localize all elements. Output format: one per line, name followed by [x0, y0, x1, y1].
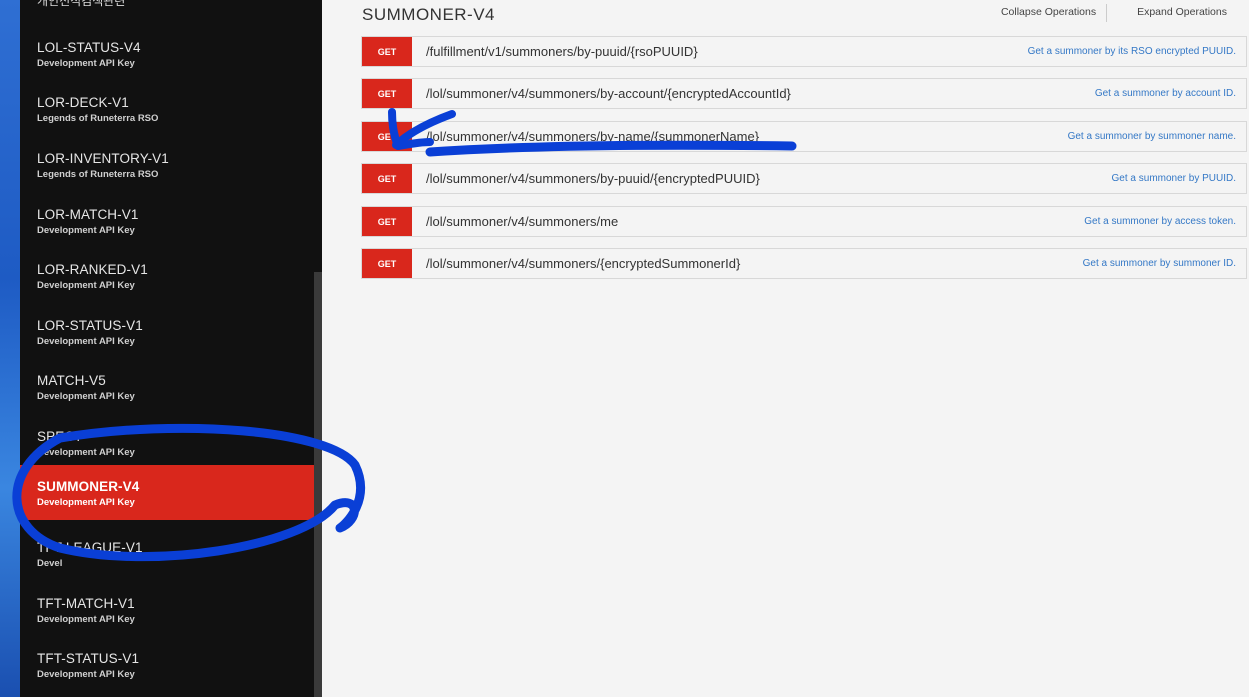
operation-row[interactable]: GET /fulfillment/v1/summoners/by-puuid/{…	[361, 36, 1247, 67]
sidebar-item-sublabel: Development API Key	[37, 497, 135, 508]
sidebar-item-label: MATCH-V5	[37, 373, 106, 388]
sidebar-item-sublabel: Development API Key	[37, 58, 135, 69]
sidebar-item-sublabel: Legends of Runeterra RSO	[37, 113, 159, 124]
sidebar-item-sublabel: Development API Key	[37, 336, 135, 347]
sidebar-item-lol-status-v4[interactable]: LOL-STATUS-V4 Development API Key	[20, 28, 314, 83]
operations-controls: Collapse Operations Expand Operations	[991, 4, 1237, 22]
operation-description[interactable]: Get a summoner by summoner name.	[1068, 131, 1236, 142]
sidebar-item-sublabel: Development API Key	[37, 669, 135, 680]
sidebar-item-label: TFT-STATUS-V1	[37, 651, 140, 666]
ops-divider	[1106, 4, 1127, 22]
sidebar-item-sublabel: Development API Key	[37, 447, 135, 458]
operation-description[interactable]: Get a summoner by summoner ID.	[1083, 258, 1236, 269]
http-method-badge: GET	[362, 164, 412, 193]
sidebar-item-label: TFT-MATCH-V1	[37, 596, 135, 611]
expand-operations-link[interactable]: Expand Operations	[1127, 6, 1237, 22]
collapse-operations-link[interactable]: Collapse Operations	[991, 6, 1106, 22]
sidebar-item-sublabel: Legends of Runeterra RSO	[37, 169, 159, 180]
sidebar-item-summoner-v4[interactable]: SUMMONER-V4 Development API Key	[20, 465, 314, 520]
sidebar-item-label: TFT-LEAGUE-V1	[37, 540, 143, 555]
operation-path[interactable]: /lol/summoner/v4/summoners/by-name/{summ…	[426, 129, 759, 144]
sidebar-item-sublabel: Development API Key	[37, 280, 135, 291]
operation-row[interactable]: GET /lol/summoner/v4/summoners/by-name/{…	[361, 121, 1247, 152]
sidebar-item-sublabel: Development API Key	[37, 614, 135, 625]
sidebar-item-label: SPECT	[37, 429, 83, 444]
sidebar-item-tft-league-v1[interactable]: TFT-LEAGUE-V1 Devel	[20, 528, 314, 583]
sidebar-item-lor-inventory-v1[interactable]: LOR-INVENTORY-V1 Legends of Runeterra RS…	[20, 139, 314, 194]
operation-path[interactable]: /lol/summoner/v4/summoners/me	[426, 214, 618, 229]
sidebar-item-label: LOR-STATUS-V1	[37, 318, 143, 333]
sidebar-item-sublabel: Development API Key	[37, 225, 135, 236]
sidebar-item-match-v5[interactable]: MATCH-V5 Development API Key	[20, 361, 314, 416]
sidebar-item-lor-deck-v1[interactable]: LOR-DECK-V1 Legends of Runeterra RSO	[20, 83, 314, 138]
sidebar-item-tft-match-v1[interactable]: TFT-MATCH-V1 Development API Key	[20, 584, 314, 639]
operation-row[interactable]: GET /lol/summoner/v4/summoners/me Get a …	[361, 206, 1247, 237]
operation-row[interactable]: GET /lol/summoner/v4/summoners/by-puuid/…	[361, 163, 1247, 194]
http-method-badge: GET	[362, 79, 412, 108]
sidebar-item-label: LOR-RANKED-V1	[37, 262, 148, 277]
sidebar-scrollbar[interactable]	[314, 272, 322, 697]
operation-path[interactable]: /fulfillment/v1/summoners/by-puuid/{rsoP…	[426, 44, 698, 59]
http-method-badge: GET	[362, 122, 412, 151]
operation-path[interactable]: /lol/summoner/v4/summoners/by-puuid/{enc…	[426, 171, 760, 186]
sidebar-item-tft-status-v1[interactable]: TFT-STATUS-V1 Development API Key	[20, 639, 314, 694]
operation-description[interactable]: Get a summoner by PUUID.	[1112, 173, 1236, 184]
sidebar-item-label: SUMMONER-V4	[37, 479, 140, 494]
operation-description[interactable]: Get a summoner by account ID.	[1095, 88, 1236, 99]
http-method-badge: GET	[362, 249, 412, 278]
sidebar-item-lor-status-v1[interactable]: LOR-STATUS-V1 Development API Key	[20, 306, 314, 361]
sidebar-item-lor-ranked-v1[interactable]: LOR-RANKED-V1 Development API Key	[20, 250, 314, 305]
operation-description[interactable]: Get a summoner by its RSO encrypted PUUI…	[1028, 46, 1236, 57]
operation-row[interactable]: GET /lol/summoner/v4/summoners/by-accoun…	[361, 78, 1247, 109]
operation-path[interactable]: /lol/summoner/v4/summoners/{encryptedSum…	[426, 256, 740, 271]
sidebar-item-label: LOR-INVENTORY-V1	[37, 151, 169, 166]
sidebar-item-label: LOR-MATCH-V1	[37, 207, 139, 222]
sidebar-item-label: LOR-DECK-V1	[37, 95, 129, 110]
operation-description[interactable]: Get a summoner by access token.	[1084, 216, 1236, 227]
http-method-badge: GET	[362, 207, 412, 236]
sidebar-item-lor-match-v1[interactable]: LOR-MATCH-V1 Development API Key	[20, 195, 314, 250]
sidebar-item-sublabel: Devel	[37, 558, 63, 569]
desktop-background-strip	[0, 0, 20, 697]
api-sidebar: 개인전적검색관련 LOL-STATUS-V4 Development API K…	[20, 0, 322, 697]
http-method-badge: GET	[362, 37, 412, 66]
main-content: SUMMONER-V4 Collapse Operations Expand O…	[322, 0, 1249, 697]
operation-path[interactable]: /lol/summoner/v4/summoners/by-account/{e…	[426, 86, 791, 101]
operation-row[interactable]: GET /lol/summoner/v4/summoners/{encrypte…	[361, 248, 1247, 279]
sidebar-partial-heading: 개인전적검색관련	[37, 0, 126, 8]
page-title: SUMMONER-V4	[362, 5, 496, 24]
sidebar-item-spectator[interactable]: SPECT Development API Key	[20, 417, 314, 472]
sidebar-item-label: LOL-STATUS-V4	[37, 40, 141, 55]
sidebar-item-sublabel: Development API Key	[37, 391, 135, 402]
